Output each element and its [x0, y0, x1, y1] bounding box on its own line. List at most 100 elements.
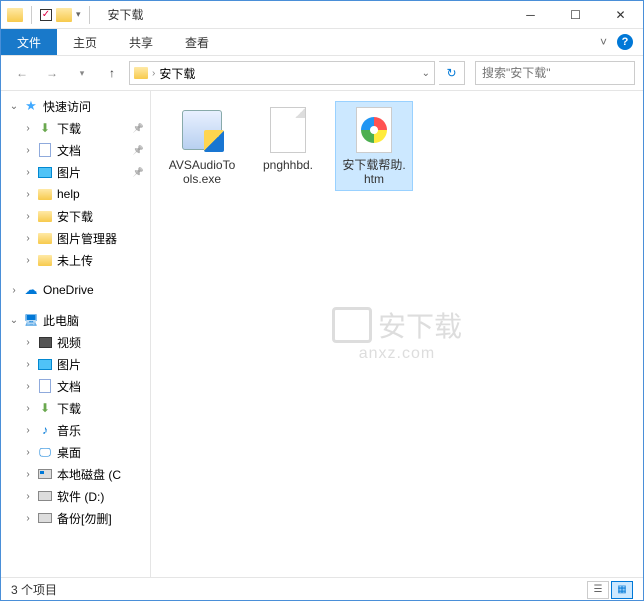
sidebar-item[interactable]: › 图片: [1, 353, 150, 375]
search-box[interactable]: [475, 61, 635, 85]
chevron-right-icon[interactable]: ›: [23, 359, 33, 370]
breadcrumb[interactable]: › 安下载 ⌄: [129, 61, 435, 85]
sidebar-item-label: 视频: [57, 334, 81, 351]
sidebar-item-label: 下载: [57, 120, 81, 137]
chevron-right-icon[interactable]: ›: [23, 469, 33, 480]
sidebar-item[interactable]: › 图片管理器: [1, 227, 150, 249]
chevron-right-icon[interactable]: ›: [23, 189, 33, 200]
search-input[interactable]: [482, 66, 637, 80]
sidebar-item[interactable]: › 文档: [1, 139, 150, 161]
file-item[interactable]: AVSAudioTools.exe: [163, 101, 241, 191]
sidebar-item[interactable]: › ♪音乐: [1, 419, 150, 441]
sidebar-item-label: help: [57, 187, 80, 201]
chevron-right-icon[interactable]: ›: [23, 255, 33, 266]
qat-checkbox-icon[interactable]: ✓: [40, 9, 52, 21]
chevron-right-icon[interactable]: ›: [23, 167, 33, 178]
ribbon-expand-icon[interactable]: ˅: [600, 35, 607, 49]
help-icon[interactable]: ?: [617, 34, 633, 50]
chevron-right-icon[interactable]: ›: [23, 491, 33, 502]
chevron-right-icon[interactable]: ›: [23, 123, 33, 134]
breadcrumb-current[interactable]: 安下载: [159, 65, 195, 82]
exe-icon: [182, 110, 222, 150]
navigation-toolbar: ← → ▾ ↑ › 安下载 ⌄ ↻: [1, 55, 643, 91]
sidebar-quick-access[interactable]: ⌄ ★ 快速访问: [1, 95, 150, 117]
chevron-right-icon[interactable]: ›: [23, 403, 33, 414]
chevron-right-icon[interactable]: ›: [23, 233, 33, 244]
sidebar-item-label: 文档: [57, 142, 81, 159]
sidebar-item[interactable]: › help: [1, 183, 150, 205]
status-bar: 3 个项目 ☰ ▦: [1, 577, 643, 601]
sidebar-item[interactable]: › 未上传: [1, 249, 150, 271]
up-button[interactable]: ↑: [99, 60, 125, 86]
tab-view[interactable]: 查看: [169, 29, 225, 55]
music-icon: ♪: [37, 422, 53, 438]
folder-icon: [56, 8, 72, 22]
chevron-down-icon[interactable]: ⌄: [9, 101, 19, 112]
tab-home[interactable]: 主页: [57, 29, 113, 55]
minimize-button[interactable]: ─: [508, 1, 553, 29]
tab-file[interactable]: 文件: [1, 29, 57, 55]
sidebar-item-label: 图片管理器: [57, 230, 117, 247]
sidebar-this-pc[interactable]: ⌄ 🖥 此电脑: [1, 309, 150, 331]
picture-icon: [37, 164, 53, 180]
document-icon: [37, 142, 53, 158]
sidebar-item[interactable]: › ⬇下载: [1, 117, 150, 139]
sidebar-item[interactable]: › 本地磁盘 (C: [1, 463, 150, 485]
sidebar-item[interactable]: › 图片: [1, 161, 150, 183]
qat-dropdown-icon[interactable]: ▾: [76, 9, 81, 20]
file-icon: [270, 107, 306, 153]
folder-icon: [37, 252, 53, 268]
chevron-down-icon[interactable]: ⌄: [9, 315, 19, 326]
chevron-right-icon[interactable]: ›: [23, 145, 33, 156]
folder-icon: [37, 208, 53, 224]
file-pane[interactable]: AVSAudioTools.exepnghhbd.安下载帮助.htm 安下载 a…: [151, 91, 643, 577]
separator: [31, 6, 32, 24]
forward-button[interactable]: →: [39, 60, 65, 86]
chevron-right-icon[interactable]: ›: [23, 337, 33, 348]
sidebar-item-label: 安下载: [57, 208, 93, 225]
sidebar-onedrive[interactable]: › ☁ OneDrive: [1, 279, 150, 301]
view-icons-button[interactable]: ▦: [611, 581, 633, 599]
sidebar-item-label: 图片: [57, 356, 81, 373]
sidebar-item[interactable]: ›软件 (D:): [1, 485, 150, 507]
sidebar: ⌄ ★ 快速访问 ›⬇下载›文档›图片›help›安下载›图片管理器›未上传 ›…: [1, 91, 151, 577]
back-button[interactable]: ←: [9, 60, 35, 86]
sidebar-item[interactable]: › 文档: [1, 375, 150, 397]
chevron-right-icon[interactable]: ›: [152, 68, 155, 79]
sidebar-item-label: 桌面: [57, 444, 81, 461]
sidebar-item[interactable]: ›🖵桌面: [1, 441, 150, 463]
sidebar-item[interactable]: ›⬇下载: [1, 397, 150, 419]
picture-icon: [37, 356, 53, 372]
sidebar-item-label: 图片: [57, 164, 81, 181]
view-details-button[interactable]: ☰: [587, 581, 609, 599]
refresh-button[interactable]: ↻: [439, 61, 465, 85]
chevron-right-icon[interactable]: ›: [23, 513, 33, 524]
sidebar-item-label: 音乐: [57, 422, 81, 439]
drive-icon: [37, 488, 53, 504]
pc-icon: 🖥: [23, 312, 39, 328]
maximize-button[interactable]: ☐: [553, 1, 598, 29]
chevron-right-icon[interactable]: ›: [23, 381, 33, 392]
file-item[interactable]: 安下载帮助.htm: [335, 101, 413, 191]
file-label: pnghhbd.: [263, 158, 313, 172]
sidebar-item[interactable]: › 安下载: [1, 205, 150, 227]
sidebar-item-label: 下载: [57, 400, 81, 417]
sidebar-item-label: 本地磁盘 (C: [57, 466, 121, 483]
chevron-right-icon[interactable]: ›: [23, 447, 33, 458]
download-icon: ⬇: [37, 120, 53, 136]
sidebar-item-label: 文档: [57, 378, 81, 395]
breadcrumb-dropdown-icon[interactable]: ⌄: [422, 68, 430, 79]
recent-dropdown[interactable]: ▾: [69, 60, 95, 86]
chevron-right-icon[interactable]: ›: [9, 285, 19, 296]
file-item[interactable]: pnghhbd.: [249, 101, 327, 191]
chevron-right-icon[interactable]: ›: [23, 211, 33, 222]
sidebar-item[interactable]: ›备份[勿删]: [1, 507, 150, 529]
close-button[interactable]: ✕: [598, 1, 643, 29]
sidebar-item[interactable]: › 视频: [1, 331, 150, 353]
folder-icon: [7, 8, 23, 22]
drive-icon: [37, 510, 53, 526]
sidebar-item-label: 未上传: [57, 252, 93, 269]
chevron-right-icon[interactable]: ›: [23, 425, 33, 436]
star-icon: ★: [23, 98, 39, 114]
tab-share[interactable]: 共享: [113, 29, 169, 55]
